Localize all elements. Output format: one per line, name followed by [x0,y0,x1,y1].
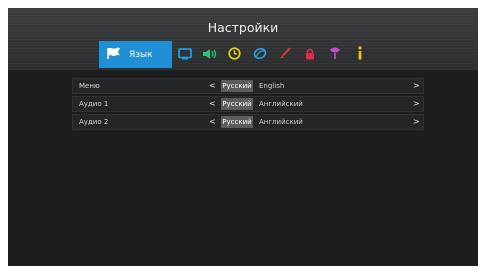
settings-tabbar: Язык [99,41,412,68]
language-settings-list: Меню < Русский English > Аудио 1 < Русск… [72,78,424,132]
setting-label: Аудио 1 [79,100,109,108]
clock-icon [228,45,241,64]
arrow-right-icon[interactable]: > [413,81,420,90]
setting-label: Меню [79,82,100,90]
tab-network[interactable] [247,41,272,68]
arrow-left-icon[interactable]: < [209,81,216,90]
tab-time[interactable] [222,41,247,68]
tab-language-label: Язык [129,49,153,60]
globe-icon [253,45,267,64]
page-title: Настройки [207,20,279,35]
arrow-right-icon[interactable]: > [413,117,420,126]
tab-antenna[interactable] [322,41,347,68]
alternative-option[interactable]: English [259,82,284,90]
tv-icon [177,45,192,64]
setting-row-menu[interactable]: Меню < Русский English > [72,78,424,94]
selected-option[interactable]: Русский [221,116,253,128]
setting-label: Аудио 2 [79,118,109,126]
selected-option[interactable]: Русский [221,80,253,92]
header: Настройки Язык [8,8,478,70]
arrow-right-icon[interactable]: > [413,99,420,108]
tab-info[interactable] [347,41,372,68]
selected-option[interactable]: Русский [221,98,253,110]
arrow-left-icon[interactable]: < [209,117,216,126]
arrow-left-icon[interactable]: < [209,99,216,108]
tv-screen: Настройки Язык Меню < Русский English > … [8,8,478,266]
brush-icon [278,45,291,64]
tab-language[interactable]: Язык [99,41,172,68]
alternative-option[interactable]: Английский [259,100,303,108]
tab-appearance[interactable] [272,41,297,68]
antenna-icon [329,45,341,64]
setting-row-audio2[interactable]: Аудио 2 < Русский Английский > [72,114,424,130]
info-icon [356,45,364,64]
speaker-icon [202,45,218,64]
tab-display[interactable] [172,41,197,68]
tab-audio[interactable] [197,41,222,68]
flag-icon [106,45,122,64]
tab-parental-lock[interactable] [297,41,322,68]
lock-icon [304,45,316,64]
alternative-option[interactable]: Английский [259,118,303,126]
setting-row-audio1[interactable]: Аудио 1 < Русский Английский > [72,96,424,112]
